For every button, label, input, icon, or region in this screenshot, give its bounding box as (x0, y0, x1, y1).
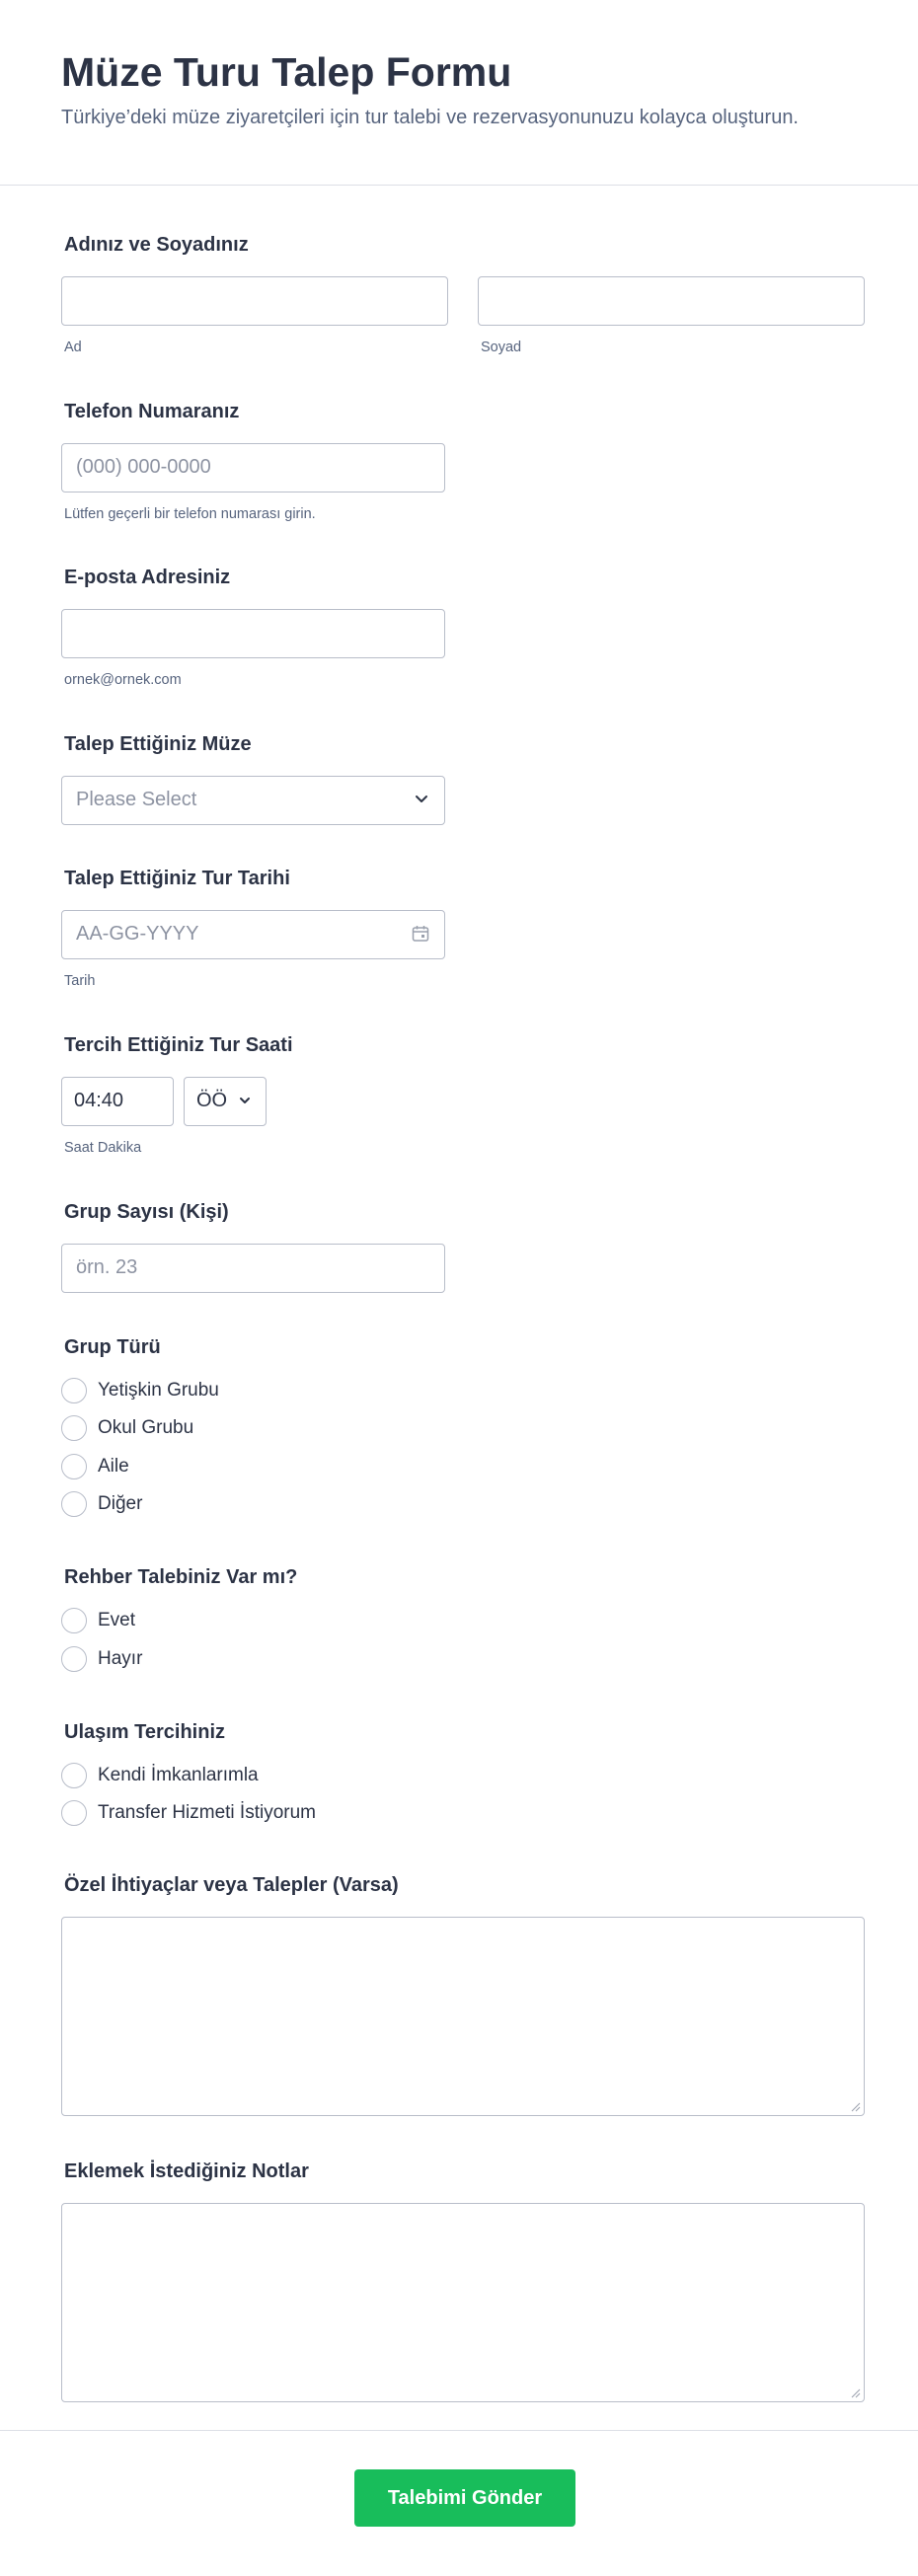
radio-label: Okul Grubu (98, 1417, 194, 1438)
special-needs-label: Özel İhtiyaçlar veya Talepler (Varsa) (64, 1874, 399, 1896)
group-size-label: Grup Sayısı (Kişi) (64, 1201, 229, 1223)
last-name-sublabel: Soyad (481, 340, 522, 355)
museum-placeholder: Please Select (76, 789, 197, 810)
first-name-input[interactable] (61, 276, 448, 326)
phone-input[interactable]: (000) 000-0000 (61, 443, 445, 492)
guide-label: Rehber Talebiniz Var mı? (64, 1566, 298, 1588)
radio-button[interactable] (61, 1378, 87, 1403)
resize-handle-icon[interactable] (851, 2388, 861, 2398)
time-sublabel: Saat Dakika (64, 1140, 142, 1156)
notes-textarea[interactable] (61, 2203, 865, 2402)
group-size-input[interactable]: örn. 23 (61, 1244, 445, 1293)
date-sublabel: Tarih (64, 973, 96, 989)
museum-select[interactable]: Please Select (61, 776, 445, 825)
chevron-down-icon (240, 1098, 250, 1103)
name-label: Adınız ve Soyadınız (64, 234, 249, 256)
chevron-down-icon (416, 796, 427, 802)
page-title: Müze Turu Talep Formu (61, 49, 512, 95)
museum-label: Talep Ettiğiniz Müze (64, 733, 252, 755)
phone-placeholder: (000) 000-0000 (76, 456, 211, 478)
transport-label: Ulaşım Tercihiniz (64, 1721, 226, 1743)
time-label: Tercih Ettiğiniz Tur Saati (64, 1034, 293, 1056)
special-needs-textarea[interactable] (61, 1917, 865, 2116)
date-placeholder: AA-GG-YYYY (76, 923, 199, 945)
phone-sublabel: Lütfen geçerli bir telefon numarası giri… (64, 506, 316, 522)
radio-label: Aile (98, 1456, 129, 1477)
radio-button[interactable] (61, 1491, 87, 1517)
email-input[interactable] (61, 609, 445, 658)
radio-button[interactable] (61, 1608, 87, 1633)
date-input[interactable]: AA-GG-YYYY (61, 910, 445, 959)
radio-button[interactable] (61, 1800, 87, 1826)
radio-label: Hayır (98, 1648, 143, 1669)
time-input[interactable]: 04:40 (61, 1077, 174, 1126)
form-header: Müze Turu Talep Formu Türkiye’deki müze … (0, 0, 918, 186)
radio-button[interactable] (61, 1454, 87, 1479)
radio-label: Transfer Hizmeti İstiyorum (98, 1802, 316, 1823)
radio-button[interactable] (61, 1646, 87, 1672)
group-size-placeholder: örn. 23 (76, 1256, 138, 1278)
phone-label: Telefon Numaranız (64, 401, 240, 422)
radio-label: Evet (98, 1610, 136, 1630)
group-type-label: Grup Türü (64, 1336, 161, 1358)
first-name-sublabel: Ad (64, 340, 82, 355)
last-name-input[interactable] (478, 276, 865, 326)
notes-label: Eklemek İstediğiniz Notlar (64, 2160, 309, 2182)
ampm-value: ÖÖ (196, 1090, 228, 1111)
time-value: 04:40 (74, 1090, 124, 1111)
radio-label: Yetişkin Grubu (98, 1380, 219, 1401)
radio-button[interactable] (61, 1415, 87, 1441)
submit-button[interactable]: Talebimi Gönder (354, 2469, 575, 2527)
radio-button[interactable] (61, 1763, 87, 1788)
resize-handle-icon[interactable] (851, 2102, 861, 2112)
calendar-icon[interactable] (411, 924, 430, 944)
page-subtitle: Türkiye’deki müze ziyaretçileri için tur… (61, 107, 799, 128)
email-label: E-posta Adresiniz (64, 567, 231, 588)
email-sublabel: ornek@ornek.com (64, 672, 182, 688)
radio-label: Kendi İmkanlarımla (98, 1765, 259, 1785)
date-label: Talep Ettiğiniz Tur Tarihi (64, 868, 290, 889)
radio-label: Diğer (98, 1493, 143, 1514)
ampm-select[interactable]: ÖÖ (184, 1077, 267, 1126)
